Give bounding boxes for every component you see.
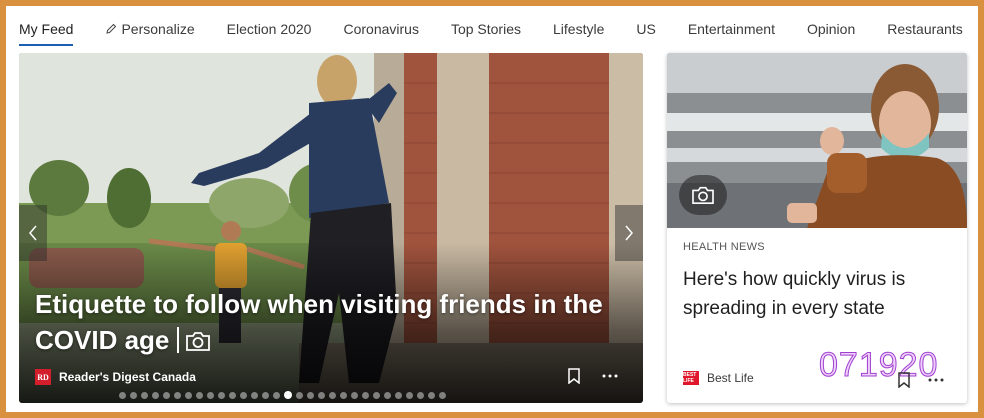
more-options-icon: [602, 374, 618, 378]
carousel-dot[interactable]: [284, 391, 292, 399]
carousel-dot[interactable]: [428, 391, 435, 399]
carousel-dot[interactable]: [329, 391, 336, 399]
feed-nav-bar: My Feed Personalize Election 2020 Corona…: [6, 6, 978, 52]
news-card[interactable]: HEALTH NEWS Here's how quickly virus is …: [667, 53, 967, 403]
nav-tab-label: Personalize: [121, 21, 195, 37]
camera-icon: [185, 325, 211, 351]
carousel-dot[interactable]: [406, 391, 413, 399]
carousel-dot[interactable]: [163, 391, 170, 399]
nav-tab-label: Restaurants: [887, 21, 963, 37]
nav-tab-my-feed[interactable]: My Feed: [19, 17, 74, 46]
card-source[interactable]: BEST LIFE Best Life: [683, 371, 754, 385]
chevron-left-icon: [29, 225, 37, 241]
carousel-dot[interactable]: [174, 391, 181, 399]
hero-carousel-card[interactable]: Etiquette to follow when visiting friend…: [19, 53, 643, 403]
nav-tab-label: Opinion: [806, 21, 856, 37]
bookmark-icon: [898, 372, 910, 388]
carousel-dot[interactable]: [296, 391, 303, 399]
card-gallery-badge: [679, 175, 727, 215]
carousel-dot[interactable]: [218, 391, 225, 399]
title-separator: [177, 327, 180, 353]
carousel-dot[interactable]: [251, 391, 258, 399]
nav-tab-label: Lifestyle: [553, 21, 605, 37]
card-category: HEALTH NEWS: [683, 241, 765, 253]
more-options-icon: [928, 378, 944, 382]
nav-tab-election-2020[interactable]: Election 2020: [227, 17, 312, 41]
carousel-dot[interactable]: [207, 391, 214, 399]
carousel-dot[interactable]: [273, 391, 280, 399]
readers-digest-logo: RD: [35, 369, 51, 385]
nav-tab-label: Election 2020: [226, 21, 312, 37]
nav-tab-restaurants[interactable]: Restaurants: [887, 17, 962, 41]
carousel-dot[interactable]: [384, 391, 391, 399]
carousel-dot[interactable]: [229, 391, 236, 399]
hero-headline-line1: Etiquette to follow when visiting friend…: [35, 289, 603, 319]
card-source-name: Best Life: [707, 371, 754, 385]
card-actions: [883, 369, 947, 391]
best-life-logo: BEST LIFE: [683, 371, 699, 385]
carousel-dot[interactable]: [196, 391, 203, 399]
nav-tab-label: Top Stories: [450, 21, 521, 37]
hero-headline[interactable]: Etiquette to follow when visiting friend…: [35, 286, 635, 358]
carousel-dot[interactable]: [373, 391, 380, 399]
bookmark-icon: [568, 368, 580, 384]
carousel-dot[interactable]: [262, 391, 269, 399]
carousel-dot[interactable]: [141, 391, 148, 399]
carousel-dot[interactable]: [395, 391, 402, 399]
nav-tab-opinion[interactable]: Opinion: [807, 17, 855, 41]
carousel-dot[interactable]: [130, 391, 137, 399]
hero-source-name: Reader's Digest Canada: [59, 370, 196, 384]
carousel-prev-button[interactable]: [19, 205, 47, 261]
card-more-button[interactable]: [925, 369, 947, 391]
card-headline[interactable]: Here's how quickly virus is spreading in…: [683, 265, 953, 323]
chevron-right-icon: [625, 225, 633, 241]
nav-tab-top-stories[interactable]: Top Stories: [451, 17, 521, 41]
carousel-pagination: [119, 391, 450, 399]
carousel-dot[interactable]: [351, 391, 358, 399]
news-feed-frame: My Feed Personalize Election 2020 Corona…: [6, 6, 978, 412]
hero-actions: [549, 365, 621, 387]
carousel-dot[interactable]: [318, 391, 325, 399]
carousel-dot[interactable]: [240, 391, 247, 399]
nav-tab-label: Coronavirus: [343, 21, 419, 37]
hero-more-button[interactable]: [599, 365, 621, 387]
hero-headline-line2: COVID age: [35, 325, 170, 355]
carousel-dot[interactable]: [119, 391, 126, 399]
nav-tab-label: Entertainment: [687, 21, 775, 37]
hero-save-button[interactable]: [563, 365, 585, 387]
nav-tab-us[interactable]: US: [636, 17, 655, 41]
pencil-icon: [105, 23, 117, 35]
camera-icon: [692, 186, 714, 204]
nav-tab-personalize[interactable]: Personalize: [105, 17, 195, 41]
card-save-button[interactable]: [893, 369, 915, 391]
carousel-dot[interactable]: [185, 391, 192, 399]
nav-tab-label: My Feed: [19, 21, 74, 37]
carousel-dot[interactable]: [152, 391, 159, 399]
carousel-dot[interactable]: [362, 391, 369, 399]
carousel-dot[interactable]: [307, 391, 314, 399]
nav-tab-coronavirus[interactable]: Coronavirus: [343, 17, 418, 41]
nav-tab-entertainment[interactable]: Entertainment: [688, 17, 775, 41]
nav-tab-lifestyle[interactable]: Lifestyle: [553, 17, 604, 41]
carousel-dot[interactable]: [417, 391, 424, 399]
carousel-dot[interactable]: [439, 391, 446, 399]
hero-source[interactable]: RD Reader's Digest Canada: [35, 369, 196, 385]
nav-tab-label: US: [636, 21, 656, 37]
carousel-dot[interactable]: [340, 391, 347, 399]
carousel-next-button[interactable]: [615, 205, 643, 261]
